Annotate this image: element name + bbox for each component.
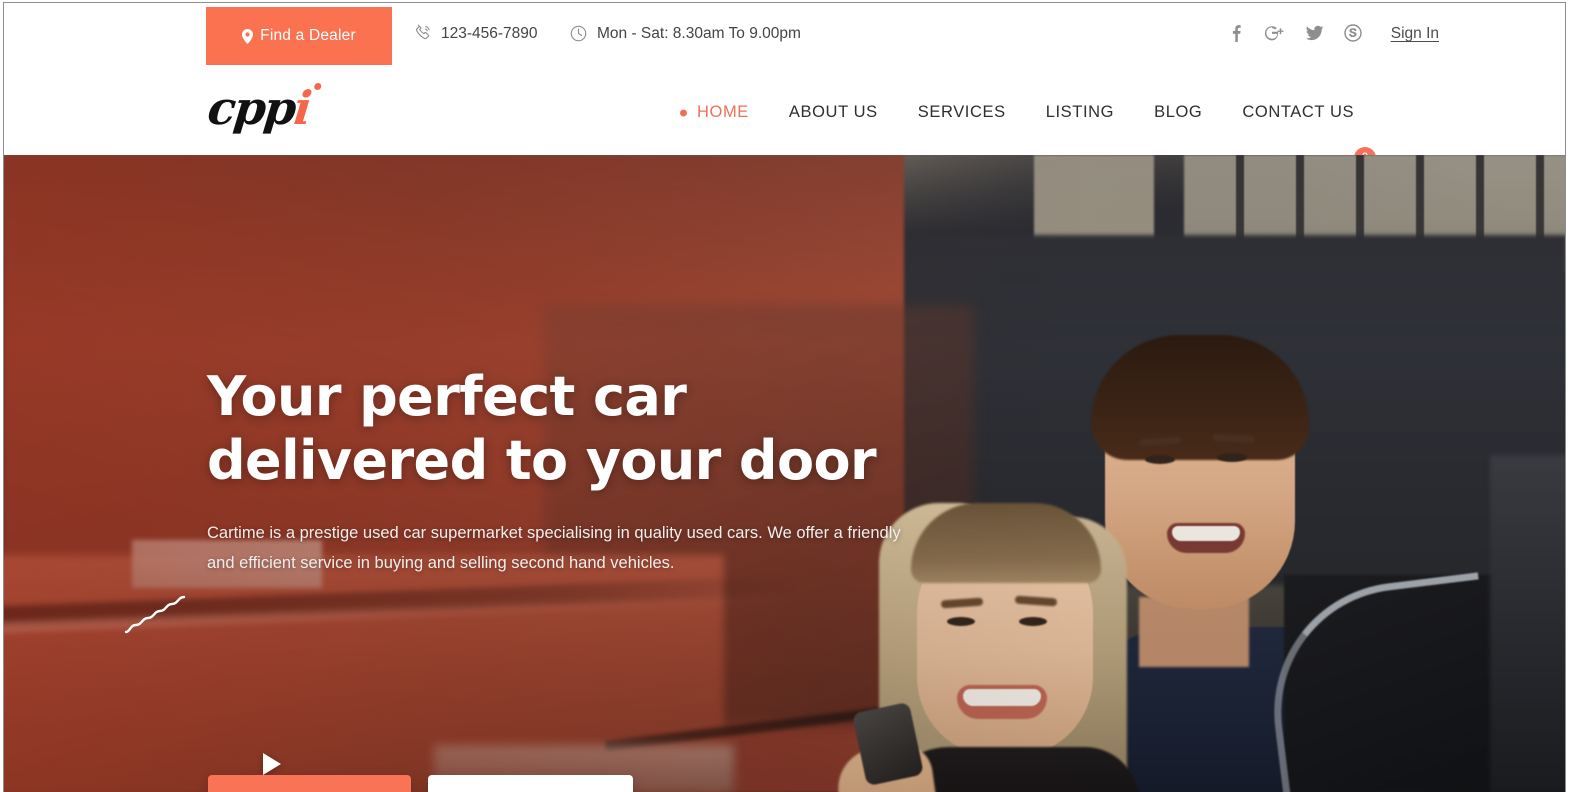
- website-canvas: Find a Dealer 123-456-7890 Mon - Sat: 8.…: [3, 2, 1566, 792]
- site-logo[interactable]: cppi: [205, 81, 322, 135]
- business-hours-text: Mon - Sat: 8.30am To 9.00pm: [597, 25, 801, 42]
- man-teeth: [1172, 526, 1240, 541]
- phone-icon: [413, 24, 432, 43]
- sign-in-link[interactable]: Sign In: [1391, 25, 1439, 43]
- social-links: [1226, 23, 1363, 43]
- man-hair: [1091, 335, 1309, 460]
- woman-teeth: [963, 689, 1041, 706]
- search-for-a-car-button[interactable]: Search For A Car: [208, 775, 411, 792]
- facebook-icon[interactable]: [1226, 23, 1246, 43]
- nav-item-blog[interactable]: BLOG: [1154, 97, 1202, 128]
- play-triangle-icon[interactable]: [263, 753, 281, 775]
- logo-main-text: cpp: [205, 81, 298, 135]
- phone-info[interactable]: 123-456-7890: [413, 24, 538, 43]
- nav-item-listing[interactable]: LISTING: [1046, 97, 1114, 128]
- phone-number: 123-456-7890: [441, 25, 538, 42]
- hero-headline: Your perfect car delivered to your door: [207, 365, 877, 492]
- page-root: Find a Dealer 123-456-7890 Mon - Sat: 8.…: [0, 0, 1589, 792]
- hero-copy-block: Your perfect car delivered to your door …: [207, 365, 967, 578]
- free-car-valuations-button[interactable]: Free car valuations: [428, 775, 633, 792]
- woman-eye-right: [1019, 617, 1047, 626]
- hero-cta-group: Search For A Car Free car valuations: [208, 775, 633, 792]
- find-a-dealer-button[interactable]: Find a Dealer: [206, 7, 392, 65]
- woman-eye-left: [947, 617, 975, 626]
- primary-nav: HOME ABOUT US SERVICES LISTING BLOG CONT…: [680, 97, 1354, 128]
- nav-item-contact-us[interactable]: CONTACT US: [1242, 97, 1354, 128]
- find-a-dealer-label: Find a Dealer: [260, 27, 356, 44]
- hero-section: Your perfect car delivered to your door …: [4, 155, 1565, 792]
- business-hours-info: Mon - Sat: 8.30am To 9.00pm: [569, 24, 801, 43]
- logo-dot: [313, 83, 322, 90]
- nav-item-about-us[interactable]: ABOUT US: [789, 97, 878, 128]
- main-navigation-bar: cppi HOME ABOUT US SERVICES LISTING BLOG…: [4, 67, 1565, 190]
- google-plus-icon[interactable]: [1265, 23, 1285, 43]
- man-eye-right: [1217, 453, 1247, 462]
- top-utility-bar: Find a Dealer 123-456-7890 Mon - Sat: 8.…: [4, 3, 1565, 67]
- car-pillar: [1490, 455, 1565, 792]
- nav-item-home[interactable]: HOME: [680, 97, 749, 128]
- skype-icon[interactable]: [1343, 23, 1363, 43]
- page-gutter: [1567, 0, 1589, 792]
- man-eye-left: [1145, 455, 1175, 464]
- twitter-icon[interactable]: [1304, 23, 1324, 43]
- map-pin-icon: [242, 28, 254, 44]
- hero-subtext: Cartime is a prestige used car supermark…: [207, 524, 901, 572]
- clock-icon: [569, 24, 588, 43]
- nav-item-services[interactable]: SERVICES: [918, 97, 1006, 128]
